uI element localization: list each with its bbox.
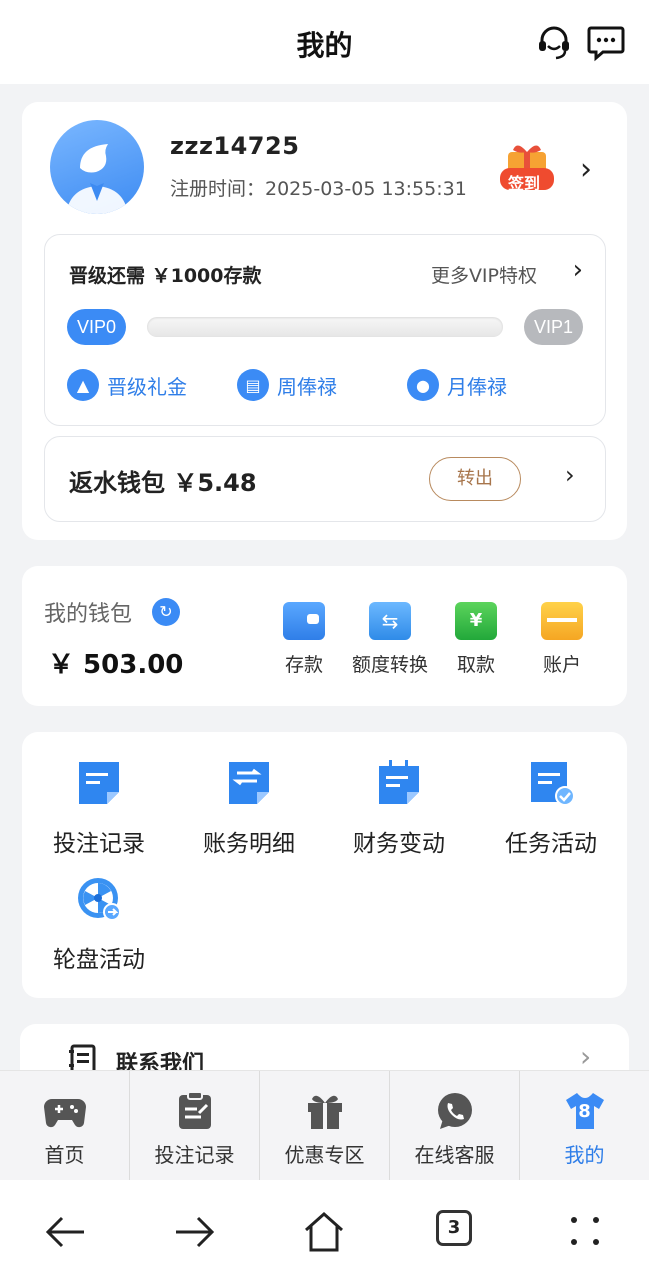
jersey-number: 8: [578, 1101, 591, 1122]
withdraw-icon: ¥: [455, 602, 497, 640]
perk-weekly-salary[interactable]: ▤ 周俸禄: [237, 369, 337, 401]
vip-upgrade-requirement: 晋级还需 ￥1000存款: [69, 265, 262, 287]
wallet-balance: ￥ 503.00: [48, 650, 184, 680]
balance-transfer-button[interactable]: ⇆ 额度转换: [340, 602, 440, 677]
money-bag-icon: ●: [407, 369, 439, 401]
feature-label: 财务变动: [353, 831, 445, 857]
avatar[interactable]: [50, 120, 144, 214]
action-label: 取款: [456, 654, 495, 676]
perk-label: 月俸禄: [447, 374, 507, 399]
feature-label: 投注记录: [53, 831, 145, 857]
transfer-icon: ⇆: [369, 602, 411, 640]
vip-progress-bar: [147, 317, 503, 337]
rebate-chevron-right-icon[interactable]: ›: [565, 461, 575, 489]
jersey-icon: 8: [564, 1091, 606, 1131]
forward-arrow-icon[interactable]: [172, 1210, 216, 1254]
card-icon: [541, 602, 583, 640]
tab-count: 3: [436, 1210, 472, 1246]
wallet-card: 我的钱包 ↻ ￥ 503.00 存款 ⇆ 额度转换 ¥ 取款 账户: [22, 566, 627, 706]
gift-icon: [304, 1091, 346, 1131]
clipboard-icon: [174, 1091, 216, 1131]
perk-label: 晋级礼金: [107, 374, 187, 399]
tab-label: 优惠专区: [284, 1143, 365, 1167]
feature-wheel-activity[interactable]: 轮盘活动: [24, 876, 174, 974]
back-arrow-icon[interactable]: [44, 1210, 88, 1254]
withdraw-button[interactable]: ¥ 取款: [426, 602, 526, 677]
vip-panel: 晋级还需 ￥1000存款 更多VIP特权 › VIP0 VIP1 ▲ 晋级礼金 …: [44, 234, 606, 426]
customer-service-icon[interactable]: [534, 22, 574, 62]
tab-online-service[interactable]: 在线客服: [389, 1071, 519, 1180]
tab-home[interactable]: 首页: [0, 1071, 129, 1180]
action-label: 账户: [542, 654, 581, 676]
bottom-tab-bar: 首页 投注记录 优惠专区 在线客服 8 我的: [0, 1070, 649, 1180]
perk-monthly-salary[interactable]: ● 月俸禄: [407, 369, 507, 401]
feature-task-activity[interactable]: 任务活动: [476, 760, 626, 858]
task-activity-icon: [529, 760, 575, 806]
current-vip-level: VIP0: [67, 309, 127, 345]
document-icon: ▤: [237, 369, 269, 401]
sign-in-label: 签到: [508, 174, 541, 193]
action-label: 存款: [284, 654, 323, 676]
more-dots-icon[interactable]: [564, 1210, 608, 1254]
wallet-title: 我的钱包: [44, 602, 133, 627]
sign-in-badge[interactable]: 签到: [498, 138, 556, 198]
app-header: 我的: [0, 0, 649, 84]
tab-label: 在线客服: [414, 1143, 495, 1167]
financial-changes-icon: [377, 760, 421, 806]
feature-account-details[interactable]: 账务明细: [174, 760, 324, 858]
account-button[interactable]: 账户: [512, 602, 612, 677]
message-icon[interactable]: [586, 22, 626, 62]
more-vip-privileges-link[interactable]: 更多VIP特权: [431, 261, 537, 288]
feature-bet-records[interactable]: 投注记录: [24, 760, 174, 858]
whatsapp-icon: [434, 1091, 476, 1131]
feature-label: 账务明细: [203, 831, 295, 857]
tab-bet-records[interactable]: 投注记录: [129, 1071, 259, 1180]
perk-upgrade-bonus[interactable]: ▲ 晋级礼金: [67, 369, 187, 401]
feature-label: 轮盘活动: [53, 947, 145, 973]
contact-chevron-right-icon: ›: [580, 1040, 592, 1073]
next-vip-level: VIP1: [523, 309, 583, 345]
gamepad-icon: [43, 1091, 86, 1131]
system-navigation-bar: 3: [0, 1180, 649, 1280]
registration-time: 注册时间：2025-03-05 13:55:31: [170, 178, 467, 200]
action-label: 额度转换: [351, 654, 428, 676]
profile-card: zzz14725 注册时间：2025-03-05 13:55:31 签到 › 晋…: [22, 102, 627, 540]
tab-mine[interactable]: 8 我的: [519, 1071, 649, 1180]
tabs-switcher-button[interactable]: 3: [436, 1210, 480, 1254]
transfer-out-button[interactable]: 转出: [429, 457, 521, 501]
bet-records-icon: [77, 760, 121, 806]
roulette-wheel-icon: [77, 876, 121, 922]
features-card: 投注记录 账务明细 财务变动 任务活动 轮盘活动: [22, 732, 627, 998]
refresh-icon[interactable]: ↻: [152, 598, 180, 626]
rebate-wallet-panel: 返水钱包 ￥5.48 转出 ›: [44, 436, 606, 522]
tab-promotions[interactable]: 优惠专区: [259, 1071, 389, 1180]
feature-financial-changes[interactable]: 财务变动: [324, 760, 474, 858]
tab-label: 我的: [564, 1143, 605, 1167]
profile-chevron-right-icon[interactable]: ›: [580, 152, 592, 187]
deposit-button[interactable]: 存款: [254, 602, 354, 677]
rebate-wallet-amount: 返水钱包 ￥5.48: [69, 469, 257, 497]
home-icon[interactable]: [302, 1210, 346, 1254]
tab-label: 投注记录: [154, 1143, 235, 1167]
arrow-up-icon: ▲: [67, 369, 99, 401]
vip-chevron-right-icon[interactable]: ›: [573, 255, 583, 285]
perk-label: 周俸禄: [277, 374, 337, 399]
wallet-icon: [283, 602, 325, 640]
tab-label: 首页: [44, 1143, 85, 1167]
username: zzz14725: [170, 132, 300, 160]
account-details-icon: [227, 760, 271, 806]
feature-label: 任务活动: [505, 831, 597, 857]
